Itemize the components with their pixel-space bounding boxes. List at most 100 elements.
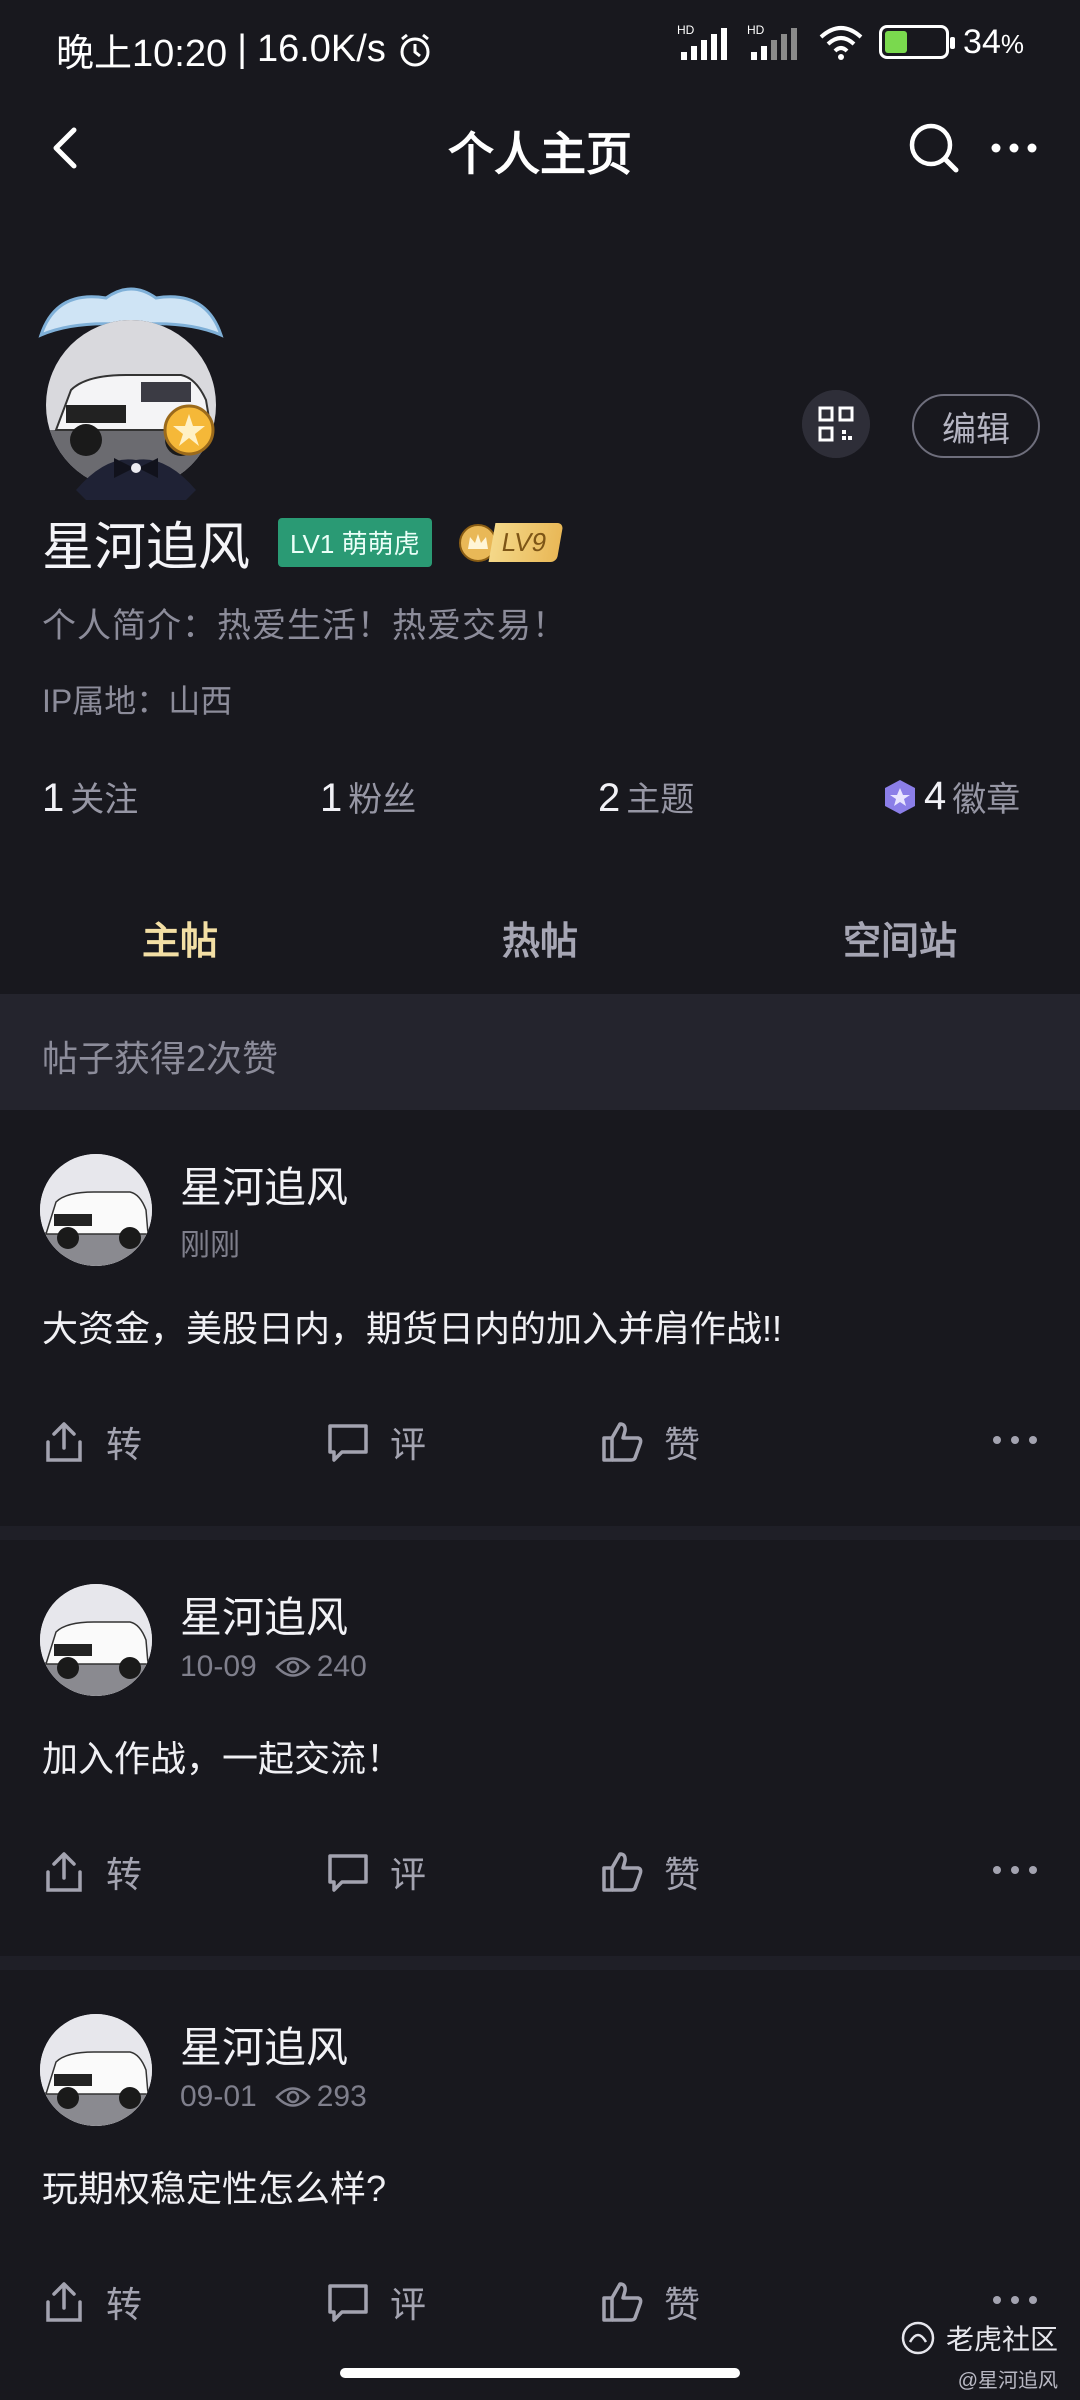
status-separator: | xyxy=(237,28,247,70)
alarm-icon xyxy=(400,33,430,66)
stats-row: 1 关注 1 粉丝 2 主题 4 徽章 xyxy=(42,772,1042,832)
post-more-icon[interactable] xyxy=(990,2280,1040,2320)
stat-followers-label: 粉丝 xyxy=(348,781,417,819)
post-more-icon[interactable] xyxy=(990,1850,1040,1890)
stat-badges[interactable]: 4 徽章 xyxy=(882,772,1020,821)
stat-following-label: 关注 xyxy=(70,781,139,819)
comment-button[interactable]: 评 xyxy=(324,2276,426,2328)
bio: 个人简介：热爱生活！热爱交易！ xyxy=(42,607,567,645)
like-label: 赞 xyxy=(664,1854,701,1895)
post-views: 293 xyxy=(275,2080,367,2114)
share-icon xyxy=(46,1422,82,1462)
name-row: 星河追风 LV1 萌萌虎 LV9 xyxy=(42,505,564,580)
wifi-icon xyxy=(819,26,863,60)
stat-topics[interactable]: 2 主题 xyxy=(598,772,694,821)
likes-banner: 帖子获得2次赞 xyxy=(0,994,1080,1110)
like-button[interactable]: 赞 xyxy=(598,1846,700,1898)
post-views-count: 293 xyxy=(316,2080,367,2113)
watermark: 老虎社区 @星河追风 xyxy=(900,2318,1058,2393)
comment-button[interactable]: 评 xyxy=(324,1846,426,1898)
post-time: 09-01 xyxy=(180,2080,257,2113)
like-button[interactable]: 赞 xyxy=(598,2276,700,2328)
stat-following-num: 1 xyxy=(42,776,65,820)
thumbs-up-icon xyxy=(602,1852,643,1892)
share-button[interactable]: 转 xyxy=(40,2276,142,2328)
qr-code-button[interactable] xyxy=(802,390,870,458)
post-content[interactable]: 大资金，美股日内，期货日内的加入并肩作战!! xyxy=(42,1300,782,1352)
car-image-icon xyxy=(40,1584,152,1696)
like-label: 赞 xyxy=(664,2284,701,2325)
post-time: 刚刚 xyxy=(180,1229,240,1262)
signal-hd-label: HD xyxy=(677,23,695,37)
status-speed: 16.0K/s xyxy=(256,28,386,70)
ip-location: IP属地：山西 xyxy=(42,683,233,719)
user-name: 星河追风 xyxy=(42,519,251,577)
medal-icon xyxy=(163,404,215,456)
share-label: 转 xyxy=(106,1424,143,1465)
badge-hexagon-icon xyxy=(885,779,915,814)
status-left: 晚上10:20 | 16.0K/s xyxy=(56,22,434,77)
post-card[interactable]: 星河追风 刚刚 大资金，美股日内，期货日内的加入并肩作战!! 转 评 赞 xyxy=(0,1110,1080,1526)
comment-button[interactable]: 评 xyxy=(324,1416,426,1468)
post-actions: 转 评 赞 xyxy=(0,1410,1080,1480)
post-avatar[interactable] xyxy=(40,1154,152,1266)
tab-hot-posts[interactable]: 热帖 xyxy=(360,910,720,965)
post-time: 10-09 xyxy=(180,1650,257,1683)
tab-bar: 主帖 热帖 空间站 xyxy=(0,900,1080,980)
post-divider xyxy=(0,1956,1080,1970)
stat-following[interactable]: 1 关注 xyxy=(42,772,138,821)
post-content[interactable]: 玩期权稳定性怎么样? xyxy=(42,2160,386,2212)
share-icon xyxy=(46,2282,82,2322)
post-content[interactable]: 加入作战，一起交流！ xyxy=(42,1730,402,1782)
post-meta: 刚刚 xyxy=(180,1220,240,1264)
level-badge[interactable]: LV1 萌萌虎 xyxy=(278,518,432,567)
tiger-logo-icon xyxy=(901,2321,935,2355)
post-avatar[interactable] xyxy=(40,1584,152,1696)
search-icon[interactable] xyxy=(904,118,964,178)
like-button[interactable]: 赞 xyxy=(598,1416,700,1468)
watermark-brand-row: 老虎社区 xyxy=(900,2318,1058,2358)
battery-fill xyxy=(885,31,907,53)
edit-profile-button[interactable]: 编辑 xyxy=(912,394,1040,458)
comment-icon xyxy=(328,1424,368,1462)
battery-percent: 34% xyxy=(963,22,1024,61)
post-meta: 10-09 240 xyxy=(180,1650,367,1684)
post-author[interactable]: 星河追风 xyxy=(180,1154,348,1215)
avatar[interactable] xyxy=(36,280,246,500)
post-card[interactable]: 星河追风 10-09 240 加入作战，一起交流！ 转 评 赞 xyxy=(0,1540,1080,1956)
stat-followers[interactable]: 1 粉丝 xyxy=(320,772,416,821)
comment-icon xyxy=(328,1854,368,1892)
status-time: 晚上10:20 xyxy=(56,33,228,75)
share-button[interactable]: 转 xyxy=(40,1846,142,1898)
status-right: HD HD 34% xyxy=(677,22,1024,62)
post-more-icon[interactable] xyxy=(990,1420,1040,1460)
battery-icon xyxy=(879,25,956,59)
eye-icon xyxy=(275,1657,311,1677)
post-divider xyxy=(0,1526,1080,1540)
likes-banner-text: 帖子获得2次赞 xyxy=(42,1038,279,1079)
home-indicator[interactable] xyxy=(340,2368,740,2378)
tab-space-station[interactable]: 空间站 xyxy=(720,910,1080,965)
post-avatar[interactable] xyxy=(40,2014,152,2126)
more-icon[interactable] xyxy=(984,118,1044,178)
post-views: 240 xyxy=(275,1650,367,1684)
share-label: 转 xyxy=(106,1854,143,1895)
share-icon xyxy=(46,1852,82,1892)
vip-badge[interactable]: LV9 xyxy=(458,523,564,563)
post-author[interactable]: 星河追风 xyxy=(180,2014,348,2075)
stat-topics-label: 主题 xyxy=(626,781,695,819)
post-author[interactable]: 星河追风 xyxy=(180,1584,348,1645)
tab-main-posts[interactable]: 主帖 xyxy=(0,910,360,965)
car-image-icon xyxy=(40,1154,152,1266)
stat-topics-num: 2 xyxy=(598,776,621,820)
eye-icon xyxy=(275,2087,311,2107)
thumbs-up-icon xyxy=(602,2282,643,2322)
post-views-count: 240 xyxy=(316,1650,367,1683)
comment-label: 评 xyxy=(390,1854,427,1895)
comment-label: 评 xyxy=(390,1424,427,1465)
share-button[interactable]: 转 xyxy=(40,1416,142,1468)
signal2-hd-label: HD xyxy=(747,23,765,37)
car-image-icon xyxy=(40,2014,152,2126)
nav-bar: 个人主页 xyxy=(0,100,1080,200)
vip-level: LV9 xyxy=(488,523,564,562)
